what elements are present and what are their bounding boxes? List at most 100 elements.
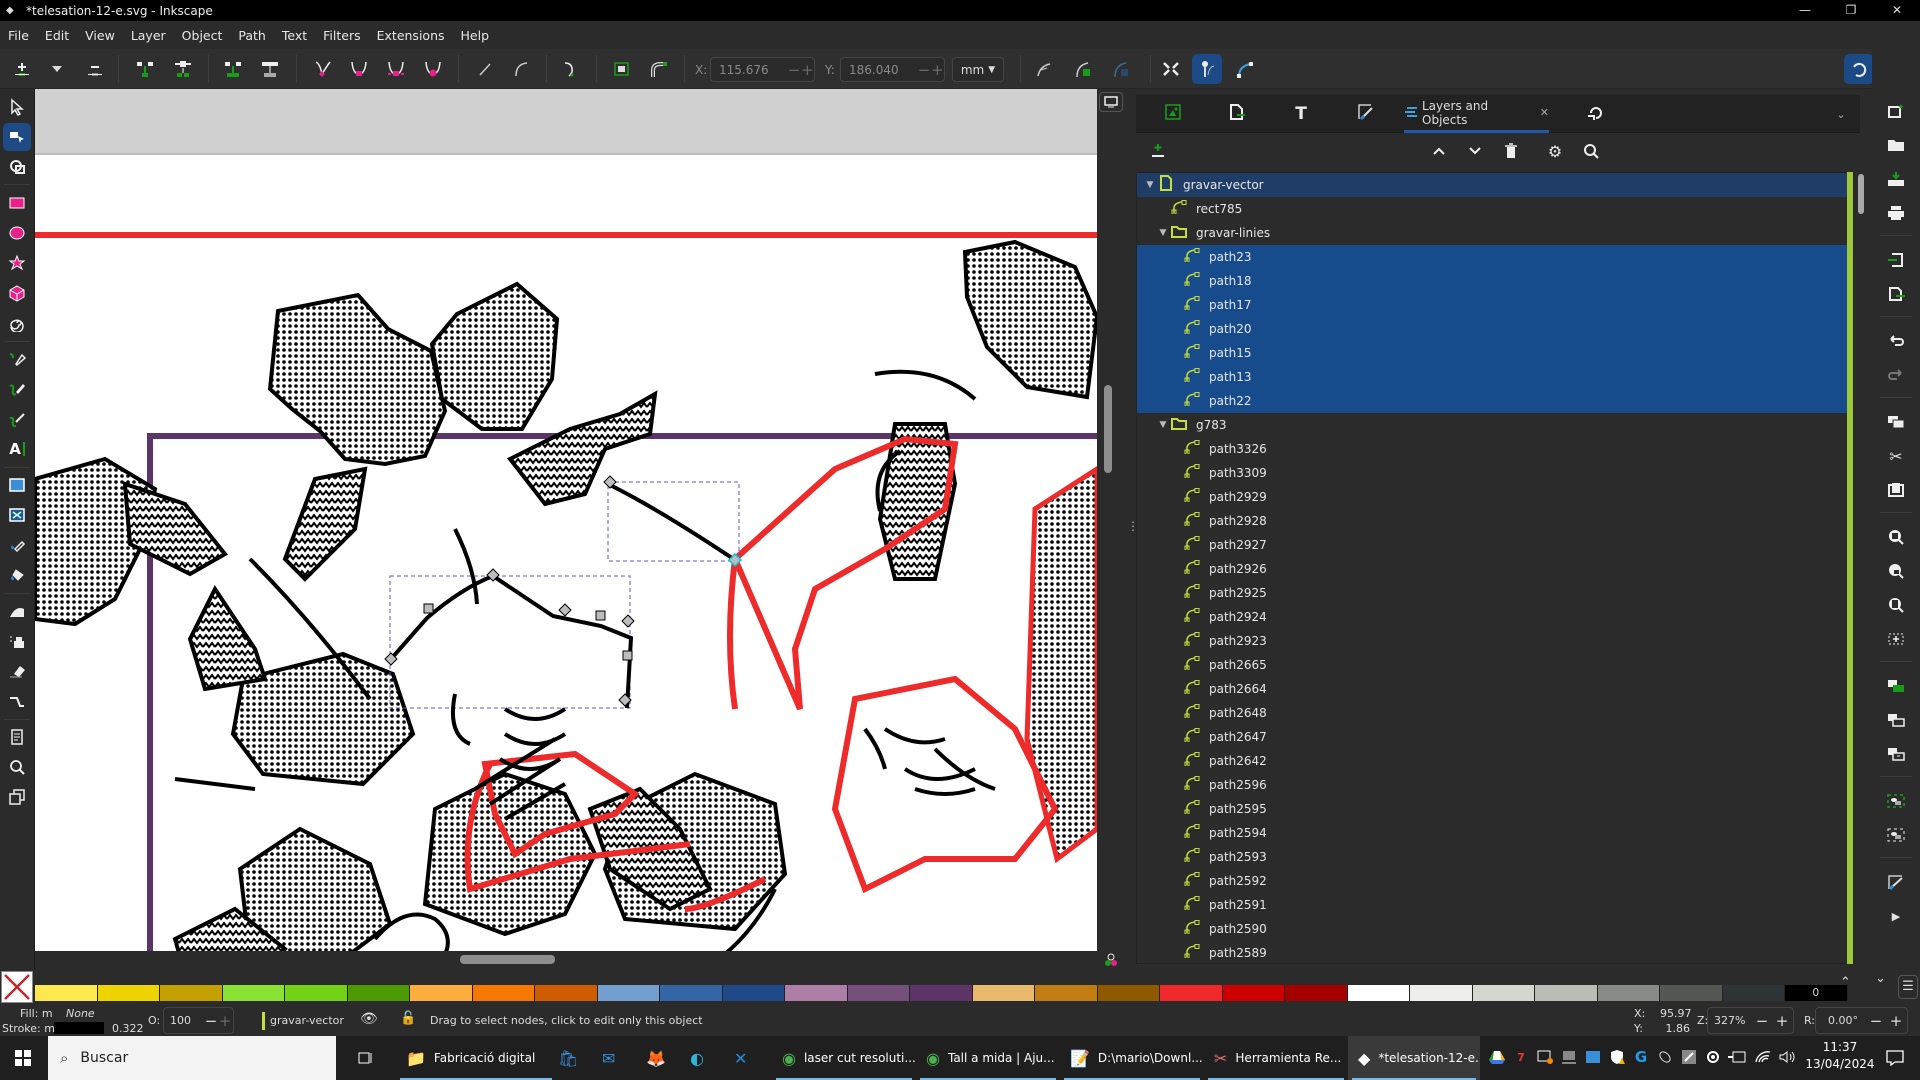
show-handles-icon[interactable]	[1192, 54, 1222, 84]
layers-scrollbar[interactable]	[1857, 172, 1865, 964]
layer-visibility-icon[interactable]: 👁	[360, 1011, 378, 1027]
taskbar-search-box[interactable]: ⌕ Buscar	[48, 1036, 336, 1080]
unlink-clone-icon[interactable]	[1882, 741, 1910, 767]
tree-item-path[interactable]: path23	[1137, 245, 1849, 269]
add-layer-icon[interactable]	[1145, 139, 1171, 163]
tree-item-path[interactable]: path2594	[1137, 821, 1849, 845]
x-increment-button[interactable]: +	[801, 61, 814, 79]
ellipse-tool-icon[interactable]	[3, 219, 31, 247]
color-swatch[interactable]	[972, 985, 1035, 1001]
cut-icon[interactable]: ✂	[1882, 443, 1910, 469]
color-swatch[interactable]	[1285, 985, 1348, 1001]
fill-stroke-icon[interactable]	[1882, 869, 1910, 895]
mesh-tool-icon[interactable]	[3, 501, 31, 529]
tree-item-path[interactable]: path2647	[1137, 725, 1849, 749]
wifi-icon[interactable]	[1752, 1046, 1774, 1068]
delete-segment-icon[interactable]	[257, 57, 283, 81]
delete-node-icon[interactable]	[82, 57, 108, 81]
color-swatch[interactable]	[785, 985, 848, 1001]
opacity-increment-button[interactable]: +	[218, 1012, 232, 1030]
tree-item-path[interactable]: path2929	[1137, 485, 1849, 509]
zoom-out-button[interactable]: −	[1752, 1012, 1772, 1030]
save-icon[interactable]	[1882, 166, 1910, 192]
tree-item-path[interactable]: path2595	[1137, 797, 1849, 821]
palette-scroll-down-icon[interactable]: ⌄	[1875, 971, 1886, 986]
open-icon[interactable]	[1882, 132, 1910, 158]
tree-item-path[interactable]: path2925	[1137, 581, 1849, 605]
shape-builder-tool-icon[interactable]	[3, 153, 31, 181]
clone-icon[interactable]	[1882, 707, 1910, 733]
show-mask-icon[interactable]	[1108, 57, 1134, 81]
ungroup-icon[interactable]	[1882, 822, 1910, 848]
color-swatch[interactable]	[347, 985, 410, 1001]
tab-text-font[interactable]: T	[1284, 95, 1318, 133]
pen-tray-icon[interactable]	[1678, 1046, 1700, 1068]
tree-item-path[interactable]: path2926	[1137, 557, 1849, 581]
smooth-node-icon[interactable]	[346, 57, 372, 81]
pen-tool-icon[interactable]	[3, 345, 31, 373]
opacity-field[interactable]: 100 − +	[163, 1007, 234, 1034]
taskbar-app[interactable]: ◉ laser cut resoluti...	[772, 1036, 916, 1080]
measure-tool-icon[interactable]	[3, 783, 31, 811]
tree-item-group[interactable]: ▼ g783	[1137, 413, 1849, 437]
tree-item-path[interactable]: path2648	[1137, 701, 1849, 725]
satellite-tray-icon[interactable]	[1654, 1046, 1676, 1068]
y-decrement-button[interactable]: −	[917, 61, 931, 79]
no-paint-swatch[interactable]	[1, 971, 33, 1003]
gradient-tool-icon[interactable]	[3, 471, 31, 499]
copy-icon[interactable]	[1882, 409, 1910, 435]
eraser-tool-icon[interactable]	[3, 657, 31, 685]
move-up-icon[interactable]	[1426, 139, 1452, 163]
color-swatch[interactable]	[1722, 985, 1785, 1001]
menu-layer[interactable]: Layer	[131, 28, 166, 43]
layer-lock-icon[interactable]: 🔓	[400, 1011, 416, 1026]
pencil-tool-icon[interactable]	[3, 375, 31, 403]
y-increment-button[interactable]: +	[931, 61, 944, 79]
color-swatch[interactable]	[847, 985, 910, 1001]
zoom-field[interactable]: 327% − +	[1707, 1007, 1794, 1034]
duplicate-icon[interactable]	[1882, 673, 1910, 699]
taskbar-app[interactable]: 🛍	[546, 1036, 592, 1080]
tree-item-path[interactable]: path2642	[1137, 749, 1849, 773]
opacity-decrement-button[interactable]: −	[204, 1012, 218, 1030]
spray-tool-icon[interactable]	[3, 627, 31, 655]
color-swatch[interactable]: 0	[1785, 985, 1848, 1001]
menu-text[interactable]: Text	[282, 28, 307, 43]
tree-item-path[interactable]: path3309	[1137, 461, 1849, 485]
fill-value[interactable]: None	[66, 1007, 95, 1020]
close-button[interactable]: ✕	[1874, 0, 1920, 21]
tree-item-path[interactable]: path2927	[1137, 533, 1849, 557]
tree-item-path[interactable]: path18	[1137, 269, 1849, 293]
tree-item-path[interactable]: path22	[1137, 389, 1849, 413]
zoom-tool-icon[interactable]	[3, 753, 31, 781]
zoom-center-page-icon[interactable]	[1882, 626, 1910, 652]
tree-item-path[interactable]: path3326	[1137, 437, 1849, 461]
insert-node-menu-icon[interactable]	[44, 57, 70, 81]
taskbar-app[interactable]: 🦊	[634, 1036, 680, 1080]
menu-help[interactable]: Help	[461, 28, 490, 43]
color-swatch[interactable]	[597, 985, 660, 1001]
battery-icon[interactable]	[1726, 1046, 1748, 1068]
selected-path[interactable]	[609, 483, 737, 562]
tree-item-path[interactable]: path2593	[1137, 845, 1849, 869]
rotate-ccw-button[interactable]: −	[1866, 1012, 1886, 1030]
join-segment-icon[interactable]	[220, 57, 246, 81]
paint-bucket-tool-icon[interactable]	[3, 561, 31, 589]
tab-layers-and-objects[interactable]: Layers and Objects ✕	[1404, 95, 1549, 133]
clock[interactable]: 11:37 13/04/2024	[1800, 1040, 1880, 1071]
curve-segment-icon[interactable]	[508, 57, 534, 81]
object-to-path-icon[interactable]	[557, 57, 583, 81]
color-swatch[interactable]	[1660, 985, 1723, 1001]
color-swatch[interactable]	[35, 985, 98, 1001]
color-swatch[interactable]	[1160, 985, 1223, 1001]
close-tab-icon[interactable]: ✕	[1540, 106, 1549, 119]
stroke-to-path-icon[interactable]	[646, 57, 672, 81]
tab-transform[interactable]	[1578, 95, 1612, 133]
tree-item-path[interactable]: path2592	[1137, 869, 1849, 893]
tree-item-path[interactable]: path2591	[1137, 893, 1849, 917]
opacity-value[interactable]: 100	[164, 1014, 204, 1027]
straight-segment-icon[interactable]	[472, 57, 498, 81]
horizontal-scrollbar[interactable]	[460, 955, 555, 964]
color-swatch[interactable]	[1035, 985, 1098, 1001]
taskbar-app[interactable]: ◆ *telesation-12-e...	[1348, 1036, 1480, 1080]
